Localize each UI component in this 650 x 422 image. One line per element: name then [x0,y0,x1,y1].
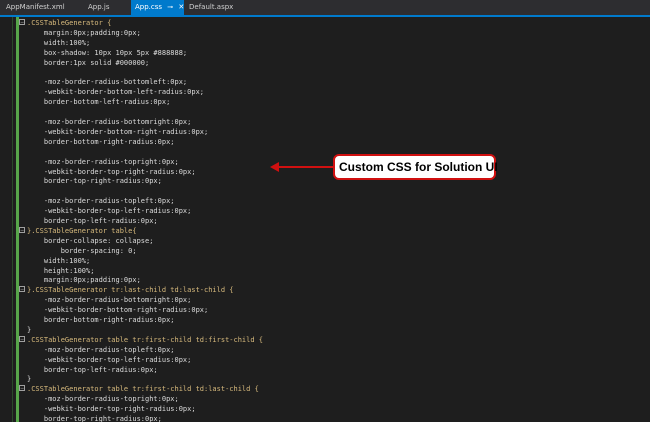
callout-arrow [270,162,334,172]
code-text: border-top-left-radius:0px; [27,217,158,225]
code-line[interactable]: -moz-border-radius-bottomright:0px; [0,295,650,305]
annotation-callout: Custom CSS for Solution UI [333,154,498,180]
code-line[interactable]: − .CSSTableGenerator { [0,18,650,28]
tab-app-js[interactable]: App.js [84,0,114,15]
code-line[interactable] [0,186,650,196]
code-line[interactable]: height:100%; [0,266,650,276]
code-line[interactable]: border-bottom-right-radius:0px; [0,137,650,147]
code-line[interactable]: margin:0px;padding:0px; [0,28,650,38]
code-line[interactable]: -webkit-border-bottom-right-radius:0px; [0,305,650,315]
code-editor[interactable]: − .CSSTableGenerator { margin:0px;padding… [0,17,650,422]
code-line[interactable]: -webkit-border-top-left-radius:0px; [0,206,650,216]
code-line[interactable]: width:100%; [0,256,650,266]
code-text: border-top-left-radius:0px; [27,365,158,374]
code-line[interactable]: width:100%; [0,38,650,48]
code-line[interactable] [0,147,650,157]
fold-toggle-icon[interactable]: − [19,286,25,293]
code-text: -moz-border-radius-topleft:0px; [27,197,175,206]
code-text: }.CSSTableGenerator tr:last-child td:las… [27,286,234,295]
code-text: -moz-border-radius-topright:0px; [27,157,179,166]
code-line[interactable]: -moz-border-radius-topright:0px; [0,394,650,404]
code-text: -webkit-border-top-right-radius:0px; [27,405,196,414]
code-text: -moz-border-radius-bottomleft:0px; [27,78,188,87]
code-line[interactable] [0,107,650,117]
code-text: border-top-right-radius:0px; [27,415,162,422]
code-line[interactable]: −}.CSSTableGenerator tr:last-child td:la… [0,285,650,295]
code-text: box-shadow: 10px 10px 5px #888888; [27,48,188,57]
tab-label: App.css [135,3,163,11]
tab-default-aspx[interactable]: Default.aspx [185,0,237,15]
code-line[interactable]: border-bottom-left-radius:0px; [0,97,650,107]
code-text: -webkit-border-top-left-radius:0px; [27,355,192,364]
code-text: -webkit-border-bottom-left-radius:0px; [27,88,205,97]
code-text: -webkit-border-top-right-radius:0px; [27,167,196,176]
code-line[interactable]: border-bottom-right-radius:0px; [0,315,650,325]
fold-toggle-icon[interactable]: − [19,226,25,233]
code-text: .CSSTableGenerator table tr:first-child … [27,385,259,394]
code-line[interactable]: border-top-right-radius:0px; [0,414,650,422]
code-line[interactable]: border-top-left-radius:0px; [0,216,650,226]
code-text: border-bottom-right-radius:0px; [27,316,175,324]
arrow-head [270,162,279,172]
code-line[interactable]: -moz-border-radius-bottomright:0px; [0,117,650,127]
fold-toggle-icon[interactable]: − [19,335,25,342]
code-line[interactable]: margin:0px;padding:0px; [0,275,650,285]
code-text: -moz-border-radius-bottomright:0px; [27,118,192,126]
code-text: -webkit-border-bottom-right-radius:0px; [27,306,209,315]
code-text: } [27,375,32,384]
code-line[interactable]: } [0,374,650,384]
code-text: -webkit-border-top-left-radius:0px; [27,207,192,216]
code-text: .CSSTableGenerator table tr:first-child … [27,335,264,344]
code-line[interactable]: -webkit-border-top-right-radius:0px; [0,404,650,414]
close-icon[interactable]: ✕ [178,3,184,11]
code-text: }.CSSTableGenerator table{ [27,226,137,235]
code-text: -webkit-border-bottom-right-radius:0px; [27,127,209,136]
code-line[interactable] [0,68,650,78]
code-line[interactable]: -webkit-border-top-left-radius:0px; [0,355,650,365]
code-text: } [27,325,32,334]
code-line[interactable]: -moz-border-radius-topleft:0px; [0,345,650,355]
code-text: border-bottom-left-radius:0px; [27,98,171,107]
tab-label: App.js [88,3,110,11]
code-text: width:100%; [27,38,91,47]
code-line[interactable]: border:1px solid #000000; [0,58,650,68]
tab-label: Default.aspx [189,3,234,11]
tab-app-css[interactable]: App.css ⊸ ✕ [131,0,184,15]
code-line[interactable]: -webkit-border-bottom-left-radius:0px; [0,87,650,97]
code-line[interactable]: − .CSSTableGenerator table tr:first-child… [0,384,650,394]
code-text: margin:0px;padding:0px; [27,28,141,37]
code-line[interactable]: −}.CSSTableGenerator table{ [0,226,650,236]
tab-appmanifest[interactable]: AppManifest.xml [2,0,69,15]
code-text: border:1px solid #000000; [27,58,150,67]
code-line[interactable]: − .CSSTableGenerator table tr:first-child… [0,335,650,345]
code-text: border-collapse: collapse; [27,236,154,245]
code-line[interactable]: border-spacing: 0; [0,246,650,256]
code-line[interactable]: box-shadow: 10px 10px 5px #888888; [0,48,650,58]
code-text: border-spacing: 0; [27,246,137,255]
code-line[interactable]: border-top-left-radius:0px; [0,365,650,375]
code-text: -moz-border-radius-topright:0px; [27,395,179,404]
fold-toggle-icon[interactable]: − [19,19,25,26]
code-text: border-bottom-right-radius:0px; [27,137,175,146]
tab-label: AppManifest.xml [6,3,65,11]
code-text: margin:0px;padding:0px; [27,276,141,285]
code-line[interactable]: border-collapse: collapse; [0,236,650,246]
code-text: -moz-border-radius-bottomright:0px; [27,296,192,305]
code-line[interactable]: -webkit-border-bottom-right-radius:0px; [0,127,650,137]
code-line[interactable]: } [0,325,650,335]
code-text: .CSSTableGenerator { [27,19,112,27]
pin-icon[interactable]: ⊸ [167,3,173,11]
fold-toggle-icon[interactable]: − [19,385,25,392]
code-line[interactable]: -moz-border-radius-topleft:0px; [0,196,650,206]
code-text: border-top-right-radius:0px; [27,177,162,186]
code-line[interactable]: -moz-border-radius-bottomleft:0px; [0,77,650,87]
document-tab-bar: AppManifest.xml App.js App.css ⊸ ✕ Defau… [0,0,650,17]
code-line[interactable]: border-top-right-radius:0px; [0,176,650,186]
code-text: width:100%; [27,256,91,265]
code-text: height:100%; [27,266,95,275]
code-text: -moz-border-radius-topleft:0px; [27,345,175,354]
